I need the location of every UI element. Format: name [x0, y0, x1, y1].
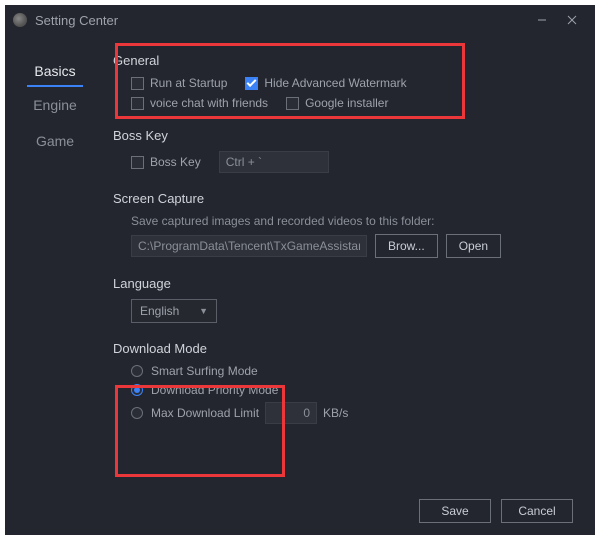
download-priority-label: Download Priority Mode	[151, 383, 278, 397]
smart-surfing-label: Smart Surfing Mode	[151, 364, 258, 378]
hide-watermark-checkbox[interactable]: Hide Advanced Watermark	[245, 76, 406, 90]
sidebar: Basics Engine Game	[5, 35, 105, 535]
hide-watermark-label: Hide Advanced Watermark	[264, 76, 406, 90]
bosskey-shortcut-input[interactable]	[219, 151, 329, 173]
general-heading: General	[113, 53, 573, 68]
max-download-limit-radio[interactable]: Max Download Limit	[131, 406, 259, 420]
download-heading: Download Mode	[113, 341, 573, 356]
cancel-button[interactable]: Cancel	[501, 499, 573, 523]
screencap-hint: Save captured images and recorded videos…	[131, 214, 573, 228]
chevron-down-icon: ▼	[199, 306, 208, 316]
google-installer-checkbox[interactable]: Google installer	[286, 96, 388, 110]
voice-chat-checkbox[interactable]: voice chat with friends	[131, 96, 268, 110]
save-button[interactable]: Save	[419, 499, 491, 523]
language-select[interactable]: English ▼	[131, 299, 217, 323]
footer: Save Cancel	[419, 499, 573, 523]
language-heading: Language	[113, 276, 573, 291]
download-limit-unit: KB/s	[323, 406, 348, 420]
browse-button[interactable]: Brow...	[375, 234, 438, 258]
settings-window: Setting Center Basics Engine Game Genera…	[5, 5, 595, 535]
voice-chat-label: voice chat with friends	[150, 96, 268, 110]
run-at-startup-label: Run at Startup	[150, 76, 227, 90]
download-priority-radio[interactable]: Download Priority Mode	[131, 383, 573, 397]
minimize-button[interactable]	[527, 6, 557, 34]
google-installer-label: Google installer	[305, 96, 388, 110]
run-at-startup-checkbox[interactable]: Run at Startup	[131, 76, 227, 90]
max-download-limit-label: Max Download Limit	[151, 406, 259, 420]
content-pane: General Run at Startup Hide Advanced Wat…	[105, 35, 595, 535]
sidebar-tab-game[interactable]: Game	[5, 123, 105, 159]
sidebar-tab-engine[interactable]: Engine	[5, 87, 105, 123]
bosskey-heading: Boss Key	[113, 128, 573, 143]
close-button[interactable]	[557, 6, 587, 34]
titlebar: Setting Center	[5, 5, 595, 35]
bosskey-checkbox[interactable]: Boss Key	[131, 155, 201, 169]
language-selected: English	[140, 304, 179, 318]
download-limit-input[interactable]	[265, 402, 317, 424]
sidebar-tab-basics[interactable]: Basics	[27, 53, 83, 87]
window-title: Setting Center	[35, 13, 118, 28]
screencap-path-input[interactable]	[131, 235, 367, 257]
app-logo-icon	[13, 13, 27, 27]
bosskey-label: Boss Key	[150, 155, 201, 169]
open-button[interactable]: Open	[446, 234, 501, 258]
smart-surfing-radio[interactable]: Smart Surfing Mode	[131, 364, 573, 378]
screencap-heading: Screen Capture	[113, 191, 573, 206]
